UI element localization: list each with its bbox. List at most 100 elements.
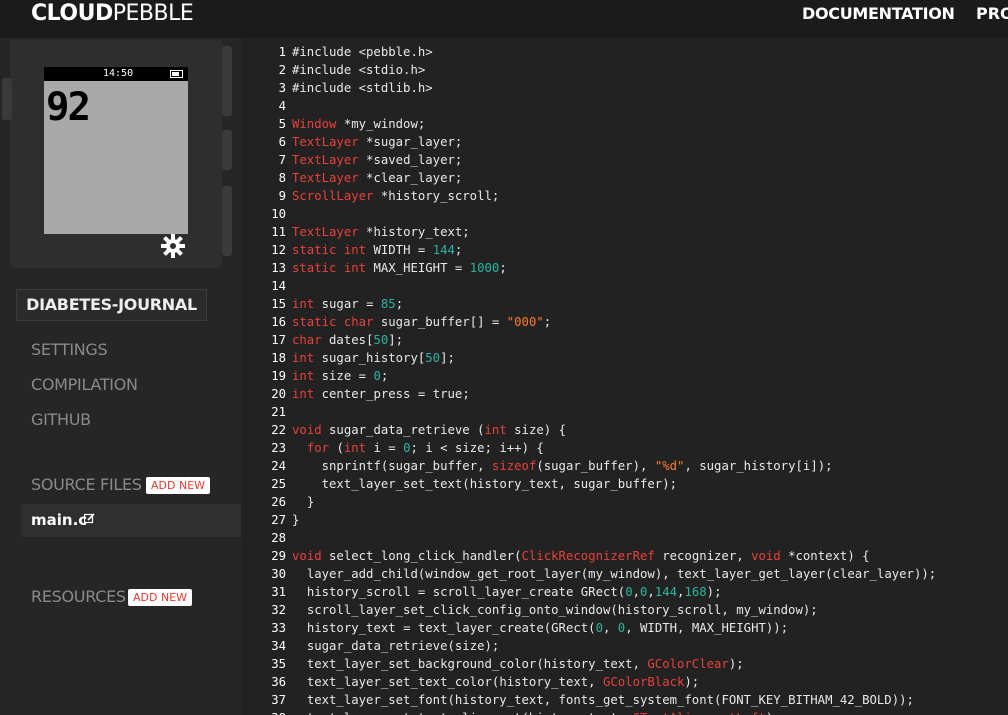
gear-icon[interactable] <box>160 233 190 263</box>
code-text[interactable]: static int MAX_HEIGHT = 1000; <box>292 259 507 277</box>
code-line[interactable]: 37 text_layer_set_font(history_text, fon… <box>241 691 1008 709</box>
add-source-file-button[interactable]: ADD NEW <box>146 477 211 494</box>
code-line[interactable]: 8 TextLayer *clear_layer; <box>241 169 1008 187</box>
code-text[interactable]: char dates[50]; <box>292 331 403 349</box>
code-text[interactable]: text_layer_set_font(history_text, fonts_… <box>292 691 914 709</box>
nav-projects[interactable]: PRO <box>976 4 1008 23</box>
add-resource-button[interactable]: ADD NEW <box>128 589 193 606</box>
watch-back-button[interactable] <box>2 78 12 120</box>
line-number: 20 <box>271 387 286 401</box>
code-text[interactable]: text_layer_set_text_color(history_text, … <box>292 673 699 691</box>
code-text[interactable]: void select_long_click_handler(ClickReco… <box>292 547 870 565</box>
code-line[interactable]: 13 static int MAX_HEIGHT = 1000; <box>241 259 1008 277</box>
code-text[interactable]: #include <stdlib.h> <box>292 79 433 97</box>
code-line[interactable]: 2 #include <stdio.h> <box>241 61 1008 79</box>
code-text[interactable]: int center_press = true; <box>292 385 470 403</box>
line-number: 19 <box>271 369 286 383</box>
code-text[interactable]: #include <pebble.h> <box>292 43 433 61</box>
code-line[interactable]: 7 TextLayer *saved_layer; <box>241 151 1008 169</box>
code-text[interactable]: history_scroll = scroll_layer_create GRe… <box>292 583 722 601</box>
code-line[interactable]: 11 TextLayer *history_text; <box>241 223 1008 241</box>
line-number: 23 <box>271 441 286 455</box>
code-line[interactable]: 1 #include <pebble.h> <box>241 43 1008 61</box>
code-text[interactable]: TextLayer *sugar_layer; <box>292 133 462 151</box>
code-line[interactable]: 19 int size = 0; <box>241 367 1008 385</box>
watch-down-button[interactable] <box>222 186 232 256</box>
code-line[interactable]: 26 } <box>241 493 1008 511</box>
code-text[interactable]: for (int i = 0; i < size; i++) { <box>292 439 544 457</box>
code-text[interactable]: ScrollLayer *history_scroll; <box>292 187 499 205</box>
code-text[interactable]: text_layer_set_background_color(history_… <box>292 655 744 673</box>
sidebar-item-github[interactable]: GITHUB <box>31 410 91 429</box>
code-line[interactable]: 9 ScrollLayer *history_scroll; <box>241 187 1008 205</box>
code-line[interactable]: 25 text_layer_set_text(history_text, sug… <box>241 475 1008 493</box>
cloudpebble-logo[interactable]: CLOUDPEBBLE <box>31 1 194 26</box>
code-line[interactable]: 28 <box>241 529 1008 547</box>
code-text[interactable]: history_text = text_layer_create(GRect(0… <box>292 619 788 637</box>
code-line[interactable]: 33 history_text = text_layer_create(GRec… <box>241 619 1008 637</box>
line-number: 18 <box>271 351 286 365</box>
code-line[interactable]: 27} <box>241 511 1008 529</box>
code-line[interactable]: 29 void select_long_click_handler(ClickRe… <box>241 547 1008 565</box>
code-text[interactable]: int sugar_history[50]; <box>292 349 455 367</box>
sidebar-item-settings[interactable]: SETTINGS <box>31 340 108 359</box>
code-line[interactable]: 32 scroll_layer_set_click_config_onto_wi… <box>241 601 1008 619</box>
code-line[interactable]: 4 <box>241 97 1008 115</box>
line-number: 26 <box>271 495 286 509</box>
nav-documentation[interactable]: DOCUMENTATION <box>802 4 955 23</box>
code-line[interactable]: 12 static int WIDTH = 144; <box>241 241 1008 259</box>
code-text[interactable]: static char sugar_buffer[] = "000"; <box>292 313 551 331</box>
code-text[interactable]: TextLayer *saved_layer; <box>292 151 462 169</box>
code-line[interactable]: 34 sugar_data_retrieve(size); <box>241 637 1008 655</box>
code-text[interactable]: text_layer_set_text(history_text, sugar_… <box>292 475 677 493</box>
code-line[interactable]: 38 text_layer_set_text_alignment(history… <box>241 709 1008 715</box>
code-line[interactable]: 17 char dates[50]; <box>241 331 1008 349</box>
line-number: 1 <box>278 45 286 59</box>
code-line[interactable]: 3 #include <stdlib.h> <box>241 79 1008 97</box>
line-number: 10 <box>271 207 286 221</box>
code-text[interactable]: snprintf(sugar_buffer, sizeof(sugar_buff… <box>292 457 833 475</box>
code-line[interactable]: 36 text_layer_set_text_color(history_tex… <box>241 673 1008 691</box>
code-text[interactable]: sugar_data_retrieve(size); <box>292 637 500 655</box>
code-line[interactable]: 16 static char sugar_buffer[] = "000"; <box>241 313 1008 331</box>
code-text[interactable]: void sugar_data_retrieve (int size) { <box>292 421 566 439</box>
line-number: 24 <box>271 459 286 473</box>
code-line[interactable]: 21 <box>241 403 1008 421</box>
code-text[interactable]: TextLayer *clear_layer; <box>292 169 462 187</box>
code-line[interactable]: 14 <box>241 277 1008 295</box>
code-text[interactable]: scroll_layer_set_click_config_onto_windo… <box>292 601 818 619</box>
code-line[interactable]: 15 int sugar = 85; <box>241 295 1008 313</box>
code-text[interactable]: layer_add_child(window_get_root_layer(my… <box>292 565 936 583</box>
code-editor[interactable]: 1 #include <pebble.h> 2 #include <stdio.h> 3… <box>241 38 1008 715</box>
code-text[interactable]: text_layer_set_text_alignment(history_te… <box>292 709 781 715</box>
line-number: 2 <box>278 63 286 77</box>
code-line[interactable]: 10 <box>241 205 1008 223</box>
watch-select-button[interactable] <box>222 130 232 170</box>
project-name-button[interactable]: DIABETES-JOURNAL <box>16 289 207 321</box>
line-number: 5 <box>278 117 286 131</box>
code-text[interactable]: int sugar = 85; <box>292 295 403 313</box>
line-number: 32 <box>271 603 286 617</box>
code-text[interactable]: int size = 0; <box>292 367 388 385</box>
code-text[interactable]: TextLayer *history_text; <box>292 223 470 241</box>
code-text[interactable]: } <box>292 493 314 511</box>
code-text[interactable]: Window *my_window; <box>292 115 425 133</box>
code-line[interactable]: 6 TextLayer *sugar_layer; <box>241 133 1008 151</box>
sidebar-item-compilation[interactable]: COMPILATION <box>31 375 138 394</box>
watch-up-button[interactable] <box>222 46 232 116</box>
code-line[interactable]: 31 history_scroll = scroll_layer_create … <box>241 583 1008 601</box>
edit-icon[interactable] <box>84 513 95 524</box>
code-line[interactable]: 22 void sugar_data_retrieve (int size) { <box>241 421 1008 439</box>
code-line[interactable]: 30 layer_add_child(window_get_root_layer… <box>241 565 1008 583</box>
file-item-main-c[interactable]: main.c <box>21 504 241 537</box>
code-line[interactable]: 18 int sugar_history[50]; <box>241 349 1008 367</box>
code-line[interactable]: 5 Window *my_window; <box>241 115 1008 133</box>
line-number: 31 <box>271 585 286 599</box>
code-line[interactable]: 20 int center_press = true; <box>241 385 1008 403</box>
code-line[interactable]: 35 text_layer_set_background_color(histo… <box>241 655 1008 673</box>
code-text[interactable]: #include <stdio.h> <box>292 61 425 79</box>
code-text[interactable]: } <box>292 511 299 529</box>
code-text[interactable]: static int WIDTH = 144; <box>292 241 462 259</box>
code-line[interactable]: 24 snprintf(sugar_buffer, sizeof(sugar_b… <box>241 457 1008 475</box>
code-line[interactable]: 23 for (int i = 0; i < size; i++) { <box>241 439 1008 457</box>
